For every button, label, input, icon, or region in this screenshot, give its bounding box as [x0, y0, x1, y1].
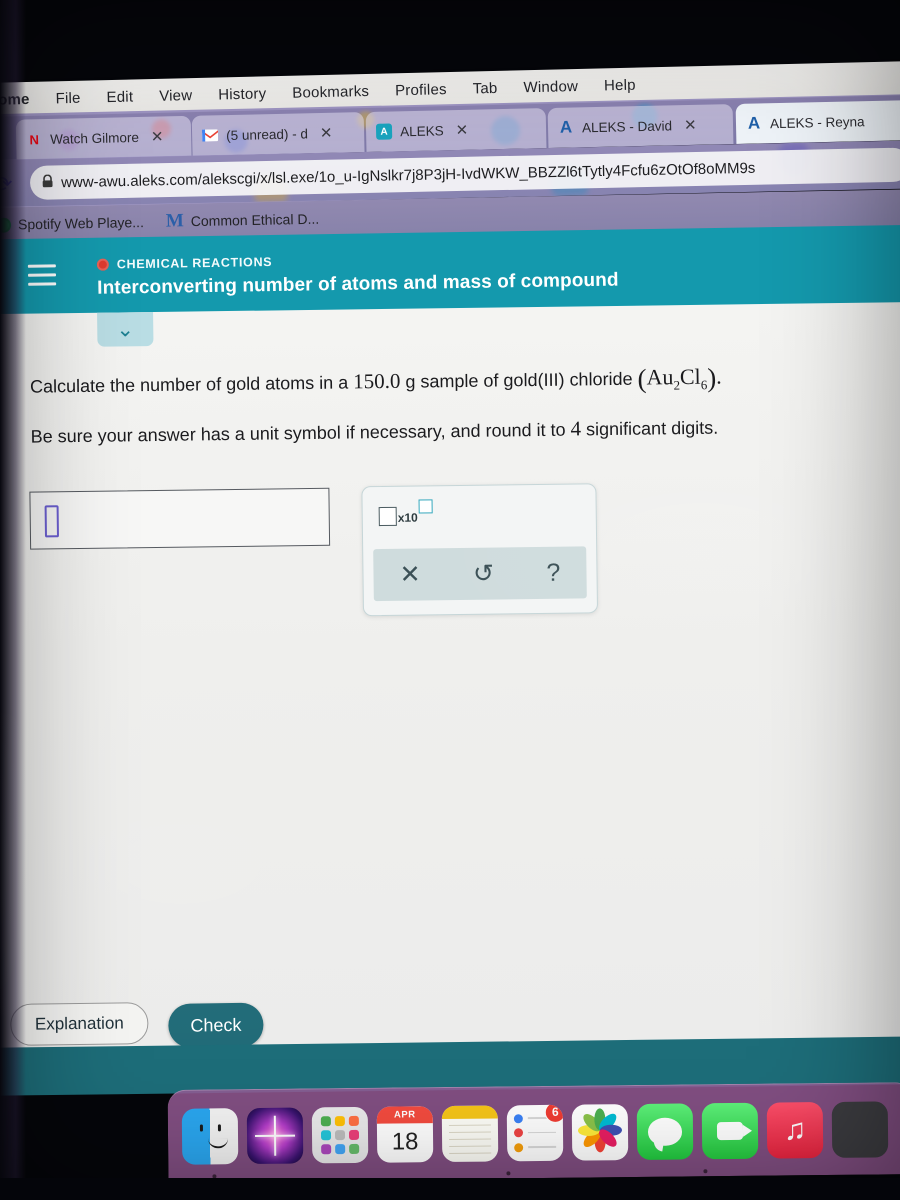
menu-history[interactable]: History — [218, 85, 266, 103]
chemical-formula: (Au2Cl6). — [637, 363, 722, 394]
menu-window[interactable]: Window — [523, 78, 578, 96]
siri-glow-icon — [273, 1115, 277, 1156]
reload-icon[interactable]: ⟳ — [0, 171, 13, 197]
lock-icon — [42, 174, 53, 190]
page-title: Interconverting number of atoms and mass… — [97, 269, 619, 299]
menu-file[interactable]: File — [55, 89, 80, 107]
mantissa-placeholder-box — [378, 506, 397, 527]
dock-item-messages[interactable] — [636, 1102, 694, 1160]
math-input-palette: x10 ✕ ↺ ? — [361, 483, 599, 617]
netflix-icon: N — [29, 131, 40, 147]
browser-tab-gmail[interactable]: (5 unread) - d ✕ — [191, 112, 365, 156]
browser-tab-aleks-reyna[interactable]: A ALEKS - Reyna — [735, 99, 900, 144]
reminder-dot-icon — [513, 1113, 523, 1123]
hamburger-icon[interactable] — [27, 264, 57, 291]
finder-eye-icon — [217, 1123, 221, 1131]
dock-item-reminders[interactable]: 6 — [506, 1104, 564, 1161]
medium-icon: M — [165, 210, 184, 232]
formula-element-1: Au — [646, 364, 674, 390]
calendar-month-label: APR — [376, 1105, 433, 1124]
question-text-part2: g sample of gold(III) chloride — [400, 368, 638, 392]
formula-element-2: Cl — [679, 363, 701, 390]
formula-period: . — [716, 363, 722, 389]
aleks-a-icon: A — [747, 113, 761, 133]
music-note-icon: ♫ — [783, 1112, 807, 1146]
close-icon[interactable]: ✕ — [151, 127, 164, 145]
question-mass-value: 150.0 — [353, 368, 401, 394]
close-icon[interactable]: ✕ — [455, 121, 468, 139]
tab-label: Watch Gilmore — [49, 129, 140, 147]
bookmark-common-ethical[interactable]: M Common Ethical D... — [166, 208, 320, 233]
dock-item-calendar[interactable]: APR 18 — [376, 1105, 434, 1163]
notes-header-icon — [441, 1104, 498, 1119]
gmail-icon — [201, 127, 219, 143]
tab-label: (5 unread) - d — [225, 125, 309, 143]
menu-profiles[interactable]: Profiles — [395, 81, 447, 99]
tab-label: ALEKS - Reyna — [769, 113, 865, 131]
x10-label: x10 — [397, 510, 418, 525]
dock-item-siri[interactable] — [246, 1106, 304, 1164]
help-button[interactable]: ? — [546, 558, 560, 586]
aleks-icon: A — [375, 123, 393, 140]
menu-bookmarks[interactable]: Bookmarks — [292, 82, 369, 101]
url-text: www-awu.aleks.com/alekscgi/x/lsl.exe/1o_… — [60, 159, 756, 191]
text-cursor-icon — [44, 505, 59, 538]
menu-edit[interactable]: Edit — [106, 88, 133, 106]
exponent-placeholder-box — [418, 499, 433, 514]
reminder-dot-icon — [513, 1128, 524, 1138]
check-button[interactable]: Check — [168, 1002, 264, 1048]
question-line-1: Calculate the number of gold atoms in a … — [30, 363, 722, 403]
finder-smile-icon — [208, 1137, 229, 1148]
status-dot-icon — [96, 258, 109, 271]
bookmark-label: Spotify Web Playe... — [17, 214, 145, 233]
dock-item-launchpad[interactable] — [311, 1106, 369, 1163]
video-camera-icon — [716, 1121, 744, 1140]
question-panel: ⌄ Calculate the number of gold atoms in … — [0, 301, 900, 1075]
calendar-day-label: 18 — [391, 1128, 419, 1156]
close-icon[interactable]: ✕ — [684, 116, 697, 134]
explanation-button[interactable]: Explanation — [10, 1002, 149, 1046]
formula-open-paren: ( — [637, 363, 647, 394]
menu-view[interactable]: View — [159, 87, 192, 105]
close-icon[interactable]: ✕ — [320, 124, 333, 142]
reminder-dot-icon — [514, 1142, 524, 1152]
tab-label: ALEKS - David — [581, 117, 673, 135]
answer-input[interactable] — [29, 487, 331, 550]
tab-label: ALEKS — [399, 122, 444, 139]
finder-eye-icon — [199, 1124, 203, 1132]
instruction-part1: Be sure your answer has a unit symbol if… — [30, 419, 571, 447]
instruction-part2: significant digits. — [580, 417, 719, 440]
topic-kicker: CHEMICAL REACTIONS — [96, 254, 273, 272]
dock-item-finder[interactable] — [181, 1107, 239, 1165]
dock-item-notes[interactable] — [441, 1104, 499, 1162]
browser-tab-aleks-david[interactable]: A ALEKS - David ✕ — [547, 104, 734, 149]
menu-app-name[interactable]: rome — [0, 90, 30, 108]
question-line-2: Be sure your answer has a unit symbol if… — [31, 415, 719, 449]
chevron-down-icon[interactable]: ⌄ — [97, 312, 154, 347]
dock-item-music[interactable]: ♫ — [766, 1101, 824, 1159]
palette-button-row: ✕ ↺ ? — [373, 546, 587, 602]
reminders-badge: 6 — [544, 1104, 564, 1123]
dock-item-app[interactable] — [831, 1100, 889, 1158]
macos-dock: APR 18 6 ♫ — [167, 1082, 900, 1182]
question-text-part1: Calculate the number of gold atoms in a — [29, 372, 354, 397]
running-indicator — [506, 1171, 511, 1176]
message-bubble-icon — [647, 1117, 683, 1146]
browser-tab-watch-gilmore[interactable]: N Watch Gilmore ✕ — [15, 115, 192, 160]
clear-button[interactable]: ✕ — [400, 560, 421, 588]
dock-item-facetime[interactable] — [701, 1102, 759, 1159]
scientific-notation-button[interactable]: x10 — [378, 499, 433, 527]
bookmark-spotify[interactable]: Spotify Web Playe... — [0, 214, 144, 233]
bookmark-label: Common Ethical D... — [190, 210, 320, 230]
menu-tab[interactable]: Tab — [472, 79, 497, 97]
undo-button[interactable]: ↺ — [473, 559, 494, 587]
browser-tab-aleks[interactable]: A ALEKS ✕ — [365, 108, 547, 153]
running-indicator — [703, 1169, 708, 1174]
dock-item-photos[interactable] — [571, 1103, 629, 1161]
aleks-a-icon: A — [559, 117, 573, 137]
menu-help[interactable]: Help — [604, 76, 636, 94]
topic-label: CHEMICAL REACTIONS — [116, 254, 273, 272]
spotify-icon — [0, 217, 12, 233]
